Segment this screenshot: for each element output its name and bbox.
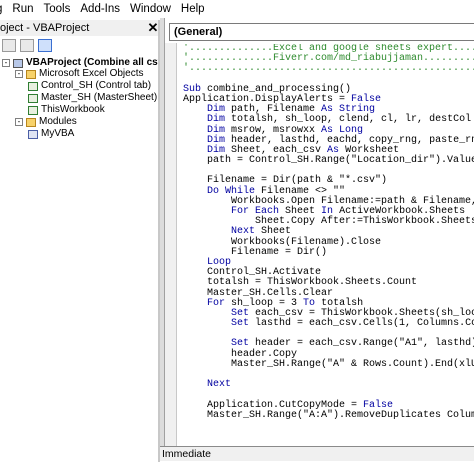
- view-object-button[interactable]: [20, 38, 34, 52]
- code-line: Set lasthd = each_csv.Cells(1, Columns.C…: [183, 318, 474, 330]
- toggle-folders-button[interactable]: [38, 38, 52, 52]
- project-icon: [13, 58, 23, 68]
- tree-item[interactable]: ThisWorkbook: [28, 104, 105, 116]
- menu-item[interactable]: Add-Ins: [75, 0, 125, 18]
- workbook-icon: [28, 105, 38, 115]
- menu-item[interactable]: Window: [125, 0, 176, 18]
- immediate-window[interactable]: Immediate: [160, 446, 474, 470]
- status-strip: [0, 462, 160, 470]
- project-tree: - VBAProject (Combine all csv.xlsm) - Micro…: [0, 54, 191, 454]
- project-explorer-toolbar: [0, 37, 160, 53]
- collapse-icon[interactable]: -: [15, 70, 23, 78]
- module-icon: [28, 129, 38, 139]
- sheet-icon: [28, 93, 38, 103]
- tree-item[interactable]: Master_SH (MasterSheet): [28, 92, 157, 104]
- collapse-icon[interactable]: -: [15, 118, 23, 126]
- menu-item[interactable]: Tools: [39, 0, 76, 18]
- project-explorer-title: oject - VBAProject: [0, 20, 160, 36]
- menu-item[interactable]: Run: [7, 0, 38, 18]
- tree-item[interactable]: Control_SH (Control tab): [28, 80, 151, 92]
- code-token: path = Control_SH.Range("Location_dir").…: [207, 155, 474, 167]
- code-token: Master_SH.Range("A:A").RemoveDuplicates …: [207, 409, 474, 421]
- code-line: Next: [183, 380, 474, 390]
- code-line: path = Control_SH.Range("Location_dir").…: [183, 155, 474, 167]
- code-line: Master_SH.Range("A:A").RemoveDuplicates …: [183, 409, 474, 421]
- code-token: '.......................................…: [183, 63, 474, 75]
- tree-item[interactable]: MyVBA: [28, 128, 74, 140]
- tree-item-label: Control_SH (Control tab): [41, 80, 152, 91]
- code-token: Set: [231, 318, 256, 330]
- code-token: Master_SH.Range("A" & Rows.Count).End(xl…: [231, 358, 474, 370]
- menu-item[interactable]: Help: [176, 0, 210, 18]
- code-token: lasthd = each_csv.Cells(1, Columns.Count…: [255, 318, 474, 330]
- code-token: Filename = Dir(): [231, 246, 328, 258]
- collapse-icon[interactable]: -: [2, 59, 10, 67]
- code-window: (General) '..............Excel and googl…: [164, 18, 474, 462]
- code-line: '.......................................…: [183, 64, 474, 74]
- tree-item[interactable]: - Modules: [15, 116, 77, 128]
- tree-item-label: Microsoft Excel Objects: [39, 68, 144, 79]
- folder-icon: [26, 69, 36, 79]
- immediate-window-title: Immediate: [160, 447, 474, 461]
- view-code-button[interactable]: [2, 38, 16, 52]
- sheet-icon: [28, 81, 38, 91]
- menu-item[interactable]: g: [0, 0, 7, 18]
- object-combo-box[interactable]: (General): [169, 23, 474, 41]
- tree-item[interactable]: - Microsoft Excel Objects: [15, 68, 143, 80]
- tree-item-label: Master_SH (MasterSheet): [41, 92, 158, 103]
- menu-bar: gRunToolsAdd-InsWindowHelp: [0, 0, 474, 18]
- code-line: Master_SH.Range("A" & Rows.Count).End(xl…: [183, 358, 474, 370]
- code-margin: [165, 43, 177, 461]
- tree-item-label: Modules: [39, 116, 77, 127]
- code-token: Next: [207, 379, 232, 391]
- folder-icon: [26, 117, 36, 127]
- code-editor[interactable]: '..............Excel and google sheets e…: [183, 44, 474, 454]
- tree-item-label: ThisWorkbook: [41, 104, 105, 115]
- tree-item-label: MyVBA: [41, 128, 75, 139]
